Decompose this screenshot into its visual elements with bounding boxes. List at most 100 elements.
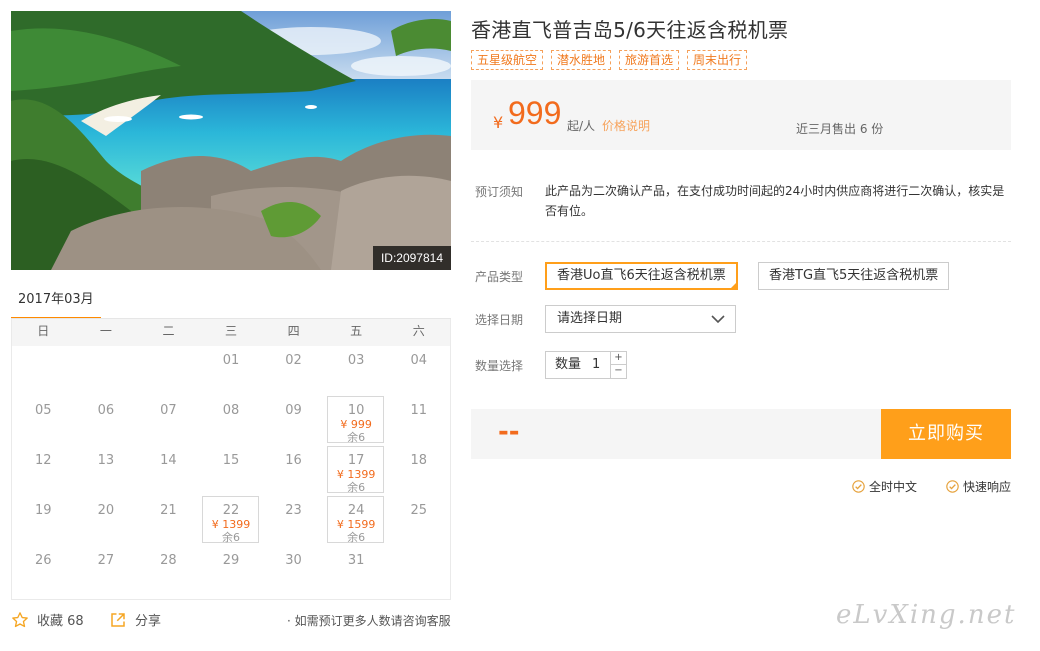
day-number: 22 [222,503,240,518]
calendar-day: 15 [200,446,263,496]
calendar-day: 09 [262,396,325,446]
check-circle-icon [946,480,959,493]
calendar-day-available[interactable]: 17 ¥ 1399 余6 [325,446,388,496]
currency-symbol: ¥ [493,113,504,132]
calendar-day [137,346,200,396]
product-title: 香港直飞普吉岛5/6天往返含税机票 [471,18,789,42]
calendar-day: 02 [262,346,325,396]
product-tag: 潜水胜地 [551,50,612,70]
calendar-day: 21 [137,496,200,546]
favorite-button[interactable]: 收藏 68 [11,610,84,629]
calendar-day: 27 [75,546,138,596]
weekday-label: 五 [350,324,363,338]
day-number: 28 [160,553,177,568]
calendar-day: 30 [262,546,325,596]
price-calendar: 日一二三四五六 01 02 03 04 05 06 07 08 09 10 ¥ 999 余6 11 12 1… [11,319,451,600]
calendar-day: 11 [387,396,450,446]
day-number: 26 [35,553,52,568]
price-note-link[interactable]: 价格说明 [602,117,650,134]
date-select[interactable]: 请选择日期 [545,305,736,333]
day-price: ¥ 1399 [336,468,376,481]
qty-field-label: 数量 [555,357,582,372]
date-label: 选择日期 [475,313,524,327]
day-number: 05 [35,403,52,418]
price-value: 999 [508,95,562,131]
calendar-day-available[interactable]: 24 ¥ 1599 余6 [325,496,388,546]
day-number: 11 [410,403,427,418]
assurance-label: 快速响应 [963,480,1012,494]
day-number: 06 [97,403,115,418]
day-number: 31 [347,553,365,568]
watermark: eLvXing.net [836,600,1017,630]
day-number: 14 [160,453,177,468]
qty-minus-button[interactable]: − [610,365,626,378]
day-number: 17 [347,453,365,468]
qty-label: 数量选择 [475,359,524,373]
qty-plus-button[interactable]: + [610,352,626,365]
calendar-day: 14 [137,446,200,496]
day-number: 02 [285,353,302,368]
date-select-value: 请选择日期 [557,311,623,326]
day-number: 21 [160,503,177,518]
day-number: 16 [285,453,302,468]
weekday-label: 三 [225,324,238,338]
calendar-day: 26 [12,546,75,596]
day-number: 19 [35,503,52,518]
chevron-down-icon [711,315,725,324]
sold-count: 近三月售出 6 份 [796,122,884,136]
day-number: 03 [347,353,365,368]
buy-bar: -- 立即购买 [471,409,1011,459]
weekday-label: 四 [287,324,300,338]
calendar-day: 31 [325,546,388,596]
calendar-day: 23 [262,496,325,546]
day-number: 15 [222,453,240,468]
day-number: 08 [222,403,240,418]
day-number: 13 [97,453,115,468]
day-price: ¥ 1399 [211,518,251,531]
type-option-tg[interactable]: 香港TG直飞5天往返含税机票 [758,262,950,290]
product-tag: 周末出行 [687,50,748,70]
calendar-day-available[interactable]: 22 ¥ 1399 余6 [200,496,263,546]
day-number: 23 [285,503,302,518]
type-option-uo[interactable]: 香港Uo直飞6天往返含税机票 [545,262,738,290]
product-photo: ID:2097814 [11,11,451,270]
calendar-day: 25 [387,496,450,546]
quantity-stepper: 数量 1 + − [545,351,627,379]
calendar-day: 07 [137,396,200,446]
calendar-day: 13 [75,446,138,496]
day-number: 24 [347,503,365,518]
calendar-day: 06 [75,396,138,446]
day-remaining: 余6 [347,531,366,544]
weekday-label: 二 [162,324,175,338]
day-number: 30 [285,553,302,568]
day-number: 12 [35,453,52,468]
calendar-day: 08 [200,396,263,446]
type-label: 产品类型 [475,270,524,284]
weekday-label: 六 [412,324,425,338]
buy-now-button[interactable]: 立即购买 [881,409,1011,459]
calendar-day-available[interactable]: 10 ¥ 999 余6 [325,396,388,446]
assurance-fast: 快速响应 [946,478,1011,495]
assurance-chinese: 全时中文 [852,478,917,495]
day-number: 07 [160,403,177,418]
calendar-day [387,546,450,596]
calendar-day: 20 [75,496,138,546]
calendar-days: 01 02 03 04 05 06 07 08 09 10 ¥ 999 余6 11 12 13 14 15 16 1… [12,346,450,596]
calendar-day: 01 [200,346,263,396]
weekday-label: 一 [99,324,112,338]
calendar-day [12,346,75,396]
day-price: ¥ 999 [340,418,372,431]
product-tag: 五星级航空 [471,50,544,70]
notice-text: 此产品为二次确认产品，在支付成功时间起的24小时内供应商将进行二次确认，核实是否… [545,184,1005,218]
day-number: 09 [285,403,302,418]
qty-value[interactable]: 1 [592,352,600,378]
calendar-day: 29 [200,546,263,596]
share-icon [111,612,125,627]
share-button[interactable]: 分享 [109,610,161,629]
assurance-label: 全时中文 [869,480,918,494]
share-label: 分享 [135,614,162,629]
day-number: 20 [97,503,115,518]
consult-note[interactable]: · 如需预订更多人数请咨询客服 [287,612,451,629]
weekday-label: 日 [37,324,50,338]
month-tab[interactable]: 2017年03月 [11,286,101,320]
